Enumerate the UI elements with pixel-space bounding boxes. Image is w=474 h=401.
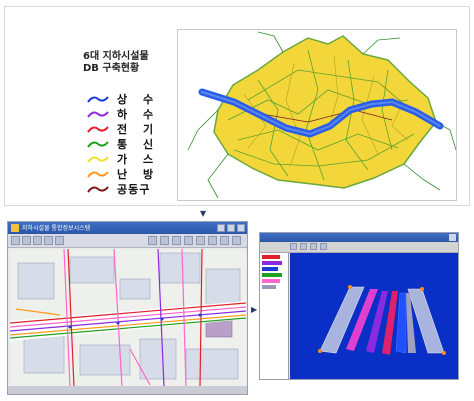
- toolbar-button[interactable]: [11, 236, 20, 245]
- legend: 6대 지하시설물 DB 구축현황 상 수 하 수 전 기 통 신 가 스 난 방…: [83, 51, 183, 198]
- legend-item-gas: 가 스: [83, 153, 183, 166]
- layer-item[interactable]: [262, 261, 282, 265]
- toolbar-button[interactable]: [172, 236, 181, 245]
- utility-tunnel-line-icon: [87, 186, 109, 193]
- layer-item[interactable]: [262, 285, 276, 289]
- legend-label: 가 스: [117, 153, 160, 166]
- toolbar-button[interactable]: [55, 236, 64, 245]
- 3d-scene-view[interactable]: [290, 253, 458, 379]
- water-line-icon: [87, 96, 109, 103]
- legend-label: 난 방: [117, 168, 160, 181]
- gis-title-bar: 지하시설물 통합정보시스템: [8, 222, 247, 234]
- heating-line-icon: [87, 171, 109, 178]
- layer-item[interactable]: [262, 267, 278, 271]
- toolbar-button[interactable]: [310, 243, 317, 250]
- maximize-icon[interactable]: [227, 224, 235, 232]
- toolbar-button[interactable]: [220, 236, 229, 245]
- toolbar-button[interactable]: [300, 243, 307, 250]
- legend-item-sewer: 하 수: [83, 108, 183, 121]
- toolbar-button[interactable]: [290, 243, 297, 250]
- gis-window-title: 지하시설물 통합정보시스템: [22, 225, 91, 232]
- 3d-viewer-title-bar: [260, 233, 458, 242]
- legend-title-line1: 6대 지하시설물: [83, 51, 149, 62]
- gas-line-icon: [87, 156, 109, 163]
- legend-label: 전 기: [117, 123, 160, 136]
- toolbar-button[interactable]: [320, 243, 327, 250]
- legend-item-water: 상 수: [83, 93, 183, 106]
- legend-label: 통 신: [117, 138, 160, 151]
- arrow-right-icon: ▶: [251, 305, 258, 314]
- 3d-pipes-render: [290, 253, 458, 379]
- toolbar-button[interactable]: [33, 236, 42, 245]
- toolbar-button[interactable]: [22, 236, 31, 245]
- legend-label: 공동구: [117, 183, 151, 196]
- 3d-viewer-window: [259, 232, 459, 380]
- legend-label: 하 수: [117, 108, 160, 121]
- toolbar-button[interactable]: [160, 236, 169, 245]
- seoul-map-image: [187, 31, 456, 199]
- 3d-viewer-toolbar: [260, 242, 458, 253]
- toolbar-button[interactable]: [232, 236, 241, 245]
- close-icon[interactable]: [237, 224, 245, 232]
- toolbar-button[interactable]: [196, 236, 205, 245]
- seoul-network-map: [177, 29, 457, 201]
- sewer-line-icon: [87, 111, 109, 118]
- legend-label: 상 수: [117, 93, 160, 106]
- app-icon: [11, 224, 19, 232]
- arrow-down-icon: ▼: [200, 209, 207, 218]
- gis-status-bar: [8, 386, 247, 394]
- layer-tree-panel[interactable]: [260, 253, 289, 379]
- toolbar-button[interactable]: [208, 236, 217, 245]
- legend-title-line2: DB 구축현황: [83, 63, 140, 74]
- gis-toolbar: [8, 234, 247, 248]
- close-icon[interactable]: [449, 234, 456, 241]
- legend-item-utility-tunnel: 공동구: [83, 183, 183, 196]
- facility-map-image: [10, 249, 246, 387]
- toolbar-button[interactable]: [148, 236, 157, 245]
- electric-line-icon: [87, 126, 109, 133]
- layer-item[interactable]: [262, 279, 280, 283]
- overview-panel: 6대 지하시설물 DB 구축현황 상 수 하 수 전 기 통 신 가 스 난 방…: [4, 6, 470, 206]
- telecom-line-icon: [87, 141, 109, 148]
- layer-item[interactable]: [262, 255, 280, 259]
- gis-map-view[interactable]: [10, 249, 246, 387]
- legend-list: 상 수 하 수 전 기 통 신 가 스 난 방 공동구: [83, 93, 183, 196]
- gis-application-window: 지하시설물 통합정보시스템: [7, 221, 248, 395]
- legend-item-heating: 난 방: [83, 168, 183, 181]
- layer-item[interactable]: [262, 273, 282, 277]
- toolbar-button[interactable]: [184, 236, 193, 245]
- legend-item-telecom: 통 신: [83, 138, 183, 151]
- legend-item-electric: 전 기: [83, 123, 183, 136]
- minimize-icon[interactable]: [217, 224, 225, 232]
- toolbar-button[interactable]: [44, 236, 53, 245]
